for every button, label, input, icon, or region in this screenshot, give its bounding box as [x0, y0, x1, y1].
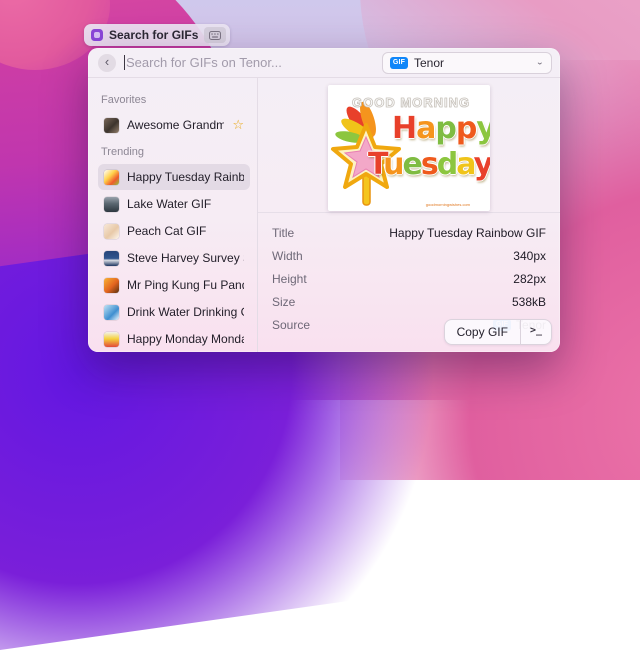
list-item-steve-harvey[interactable]: Steve Harvey Survey Says GIF — [98, 245, 250, 271]
copy-gif-button[interactable]: Copy GIF — [445, 320, 520, 344]
gif-thumbnail — [104, 332, 119, 347]
meta-label: Height — [272, 272, 307, 286]
meta-label: Title — [272, 226, 294, 240]
list-item-happy-tuesday[interactable]: Happy Tuesday Rainbow GIF — [98, 164, 250, 190]
list-item-awesome-grandma[interactable]: Awesome Grandma GIF ☆ — [98, 112, 250, 138]
command-pill-label: Search for GIFs — [109, 28, 198, 42]
text-caret — [124, 55, 125, 70]
list-item-label: Lake Water GIF — [127, 197, 211, 211]
gif-thumbnail — [104, 278, 119, 293]
favorite-star-icon[interactable]: ☆ — [232, 117, 244, 133]
terminal-actions-button[interactable]: >_ — [521, 320, 551, 344]
gif-badge-icon: GIF — [390, 57, 408, 69]
list-item-label: Drink Water Drinking GIF — [127, 305, 244, 319]
meta-value: Happy Tuesday Rainbow GIF — [389, 226, 546, 240]
search-input[interactable] — [126, 55, 382, 70]
shortcut-app-icon — [91, 29, 103, 41]
provider-dropdown[interactable]: GIF Tenor ⌄ — [382, 52, 552, 74]
meta-label: Source — [272, 318, 310, 332]
meta-value: 538kB — [512, 295, 546, 309]
gif-text-happy: Happy — [392, 111, 490, 146]
detail-panel: GOOD MORNING Happy Tuesday goodmorningwi… — [258, 78, 560, 352]
metadata-table: Title Happy Tuesday Rainbow GIF Width 34… — [258, 213, 560, 336]
list-item-mr-ping[interactable]: Mr Ping Kung Fu Panda GIF — [98, 272, 250, 298]
list-item-label: Peach Cat GIF — [127, 224, 206, 238]
meta-row-height: Height 282px — [272, 267, 546, 290]
meta-label: Width — [272, 249, 303, 263]
gif-preview-image: GOOD MORNING Happy Tuesday goodmorningwi… — [328, 85, 490, 211]
gif-thumbnail — [104, 170, 119, 185]
gif-text-tuesday: Tuesday — [368, 147, 490, 182]
chevron-down-icon: ⌄ — [536, 58, 544, 67]
list-item-happy-monday[interactable]: Happy Monday Mondays GIF — [98, 326, 250, 352]
gif-thumbnail — [104, 197, 119, 212]
keyboard-icon[interactable] — [204, 27, 226, 43]
list-item-peach-cat[interactable]: Peach Cat GIF — [98, 218, 250, 244]
gif-watermark: goodmorningwishes.com — [426, 202, 470, 207]
meta-value: 282px — [513, 272, 546, 286]
results-sidebar: Favorites Awesome Grandma GIF ☆ Trending… — [88, 78, 258, 352]
meta-row-size: Size 538kB — [272, 290, 546, 313]
gif-text-good-morning: GOOD MORNING — [352, 95, 470, 110]
meta-row-title: Title Happy Tuesday Rainbow GIF — [272, 221, 546, 244]
section-title-trending: Trending — [101, 146, 247, 158]
command-pill[interactable]: Search for GIFs — [84, 24, 230, 46]
gif-thumbnail — [104, 118, 119, 133]
meta-row-width: Width 340px — [272, 244, 546, 267]
list-item-label: Steve Harvey Survey Says GIF — [127, 251, 244, 265]
list-item-lake-water[interactable]: Lake Water GIF — [98, 191, 250, 217]
list-item-label: Awesome Grandma GIF — [127, 118, 224, 132]
provider-selected-value: Tenor — [414, 56, 530, 70]
gif-thumbnail — [104, 224, 119, 239]
meta-value: 340px — [513, 249, 546, 263]
list-item-label: Mr Ping Kung Fu Panda GIF — [127, 278, 244, 292]
list-item-drink-water[interactable]: Drink Water Drinking GIF — [98, 299, 250, 325]
section-title-favorites: Favorites — [101, 94, 247, 106]
search-bar: ‹ GIF Tenor ⌄ — [88, 48, 560, 78]
meta-label: Size — [272, 295, 295, 309]
action-bar: Copy GIF >_ — [444, 319, 552, 345]
list-item-label: Happy Tuesday Rainbow GIF — [127, 170, 244, 184]
gif-thumbnail — [104, 251, 119, 266]
gif-search-window: ‹ GIF Tenor ⌄ Favorites Awesome Grandma … — [88, 48, 560, 352]
list-item-label: Happy Monday Mondays GIF — [127, 332, 244, 346]
gif-thumbnail — [104, 305, 119, 320]
back-button[interactable]: ‹ — [98, 54, 116, 72]
